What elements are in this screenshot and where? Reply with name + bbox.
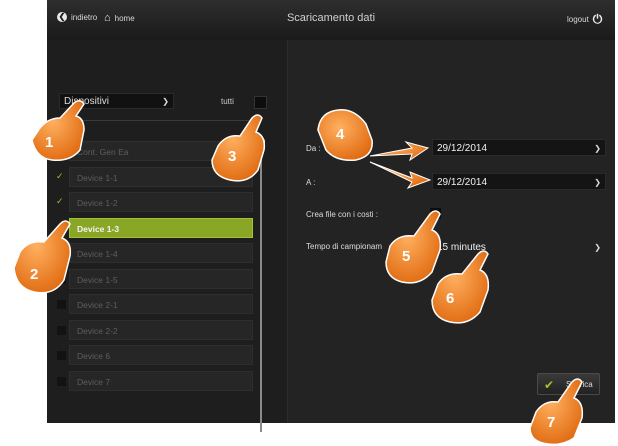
annotation-5 [385, 210, 442, 284]
annotation-number-1: 1 [45, 134, 54, 151]
annotation-4 [317, 109, 432, 189]
annotation-number-3: 3 [228, 148, 237, 165]
annotation-7 [529, 378, 584, 446]
annotation-number-6: 6 [446, 290, 455, 307]
annotation-1 [31, 100, 85, 162]
annotation-3 [211, 114, 266, 182]
annotation-6 [431, 250, 490, 324]
annotation-number-4: 4 [336, 126, 345, 143]
annotation-number-5: 5 [402, 248, 411, 265]
annotation-2 [13, 220, 72, 294]
annotation-number-2: 2 [30, 266, 39, 283]
annotation-number-7: 7 [547, 414, 556, 431]
annotation-layer [13, 100, 584, 446]
